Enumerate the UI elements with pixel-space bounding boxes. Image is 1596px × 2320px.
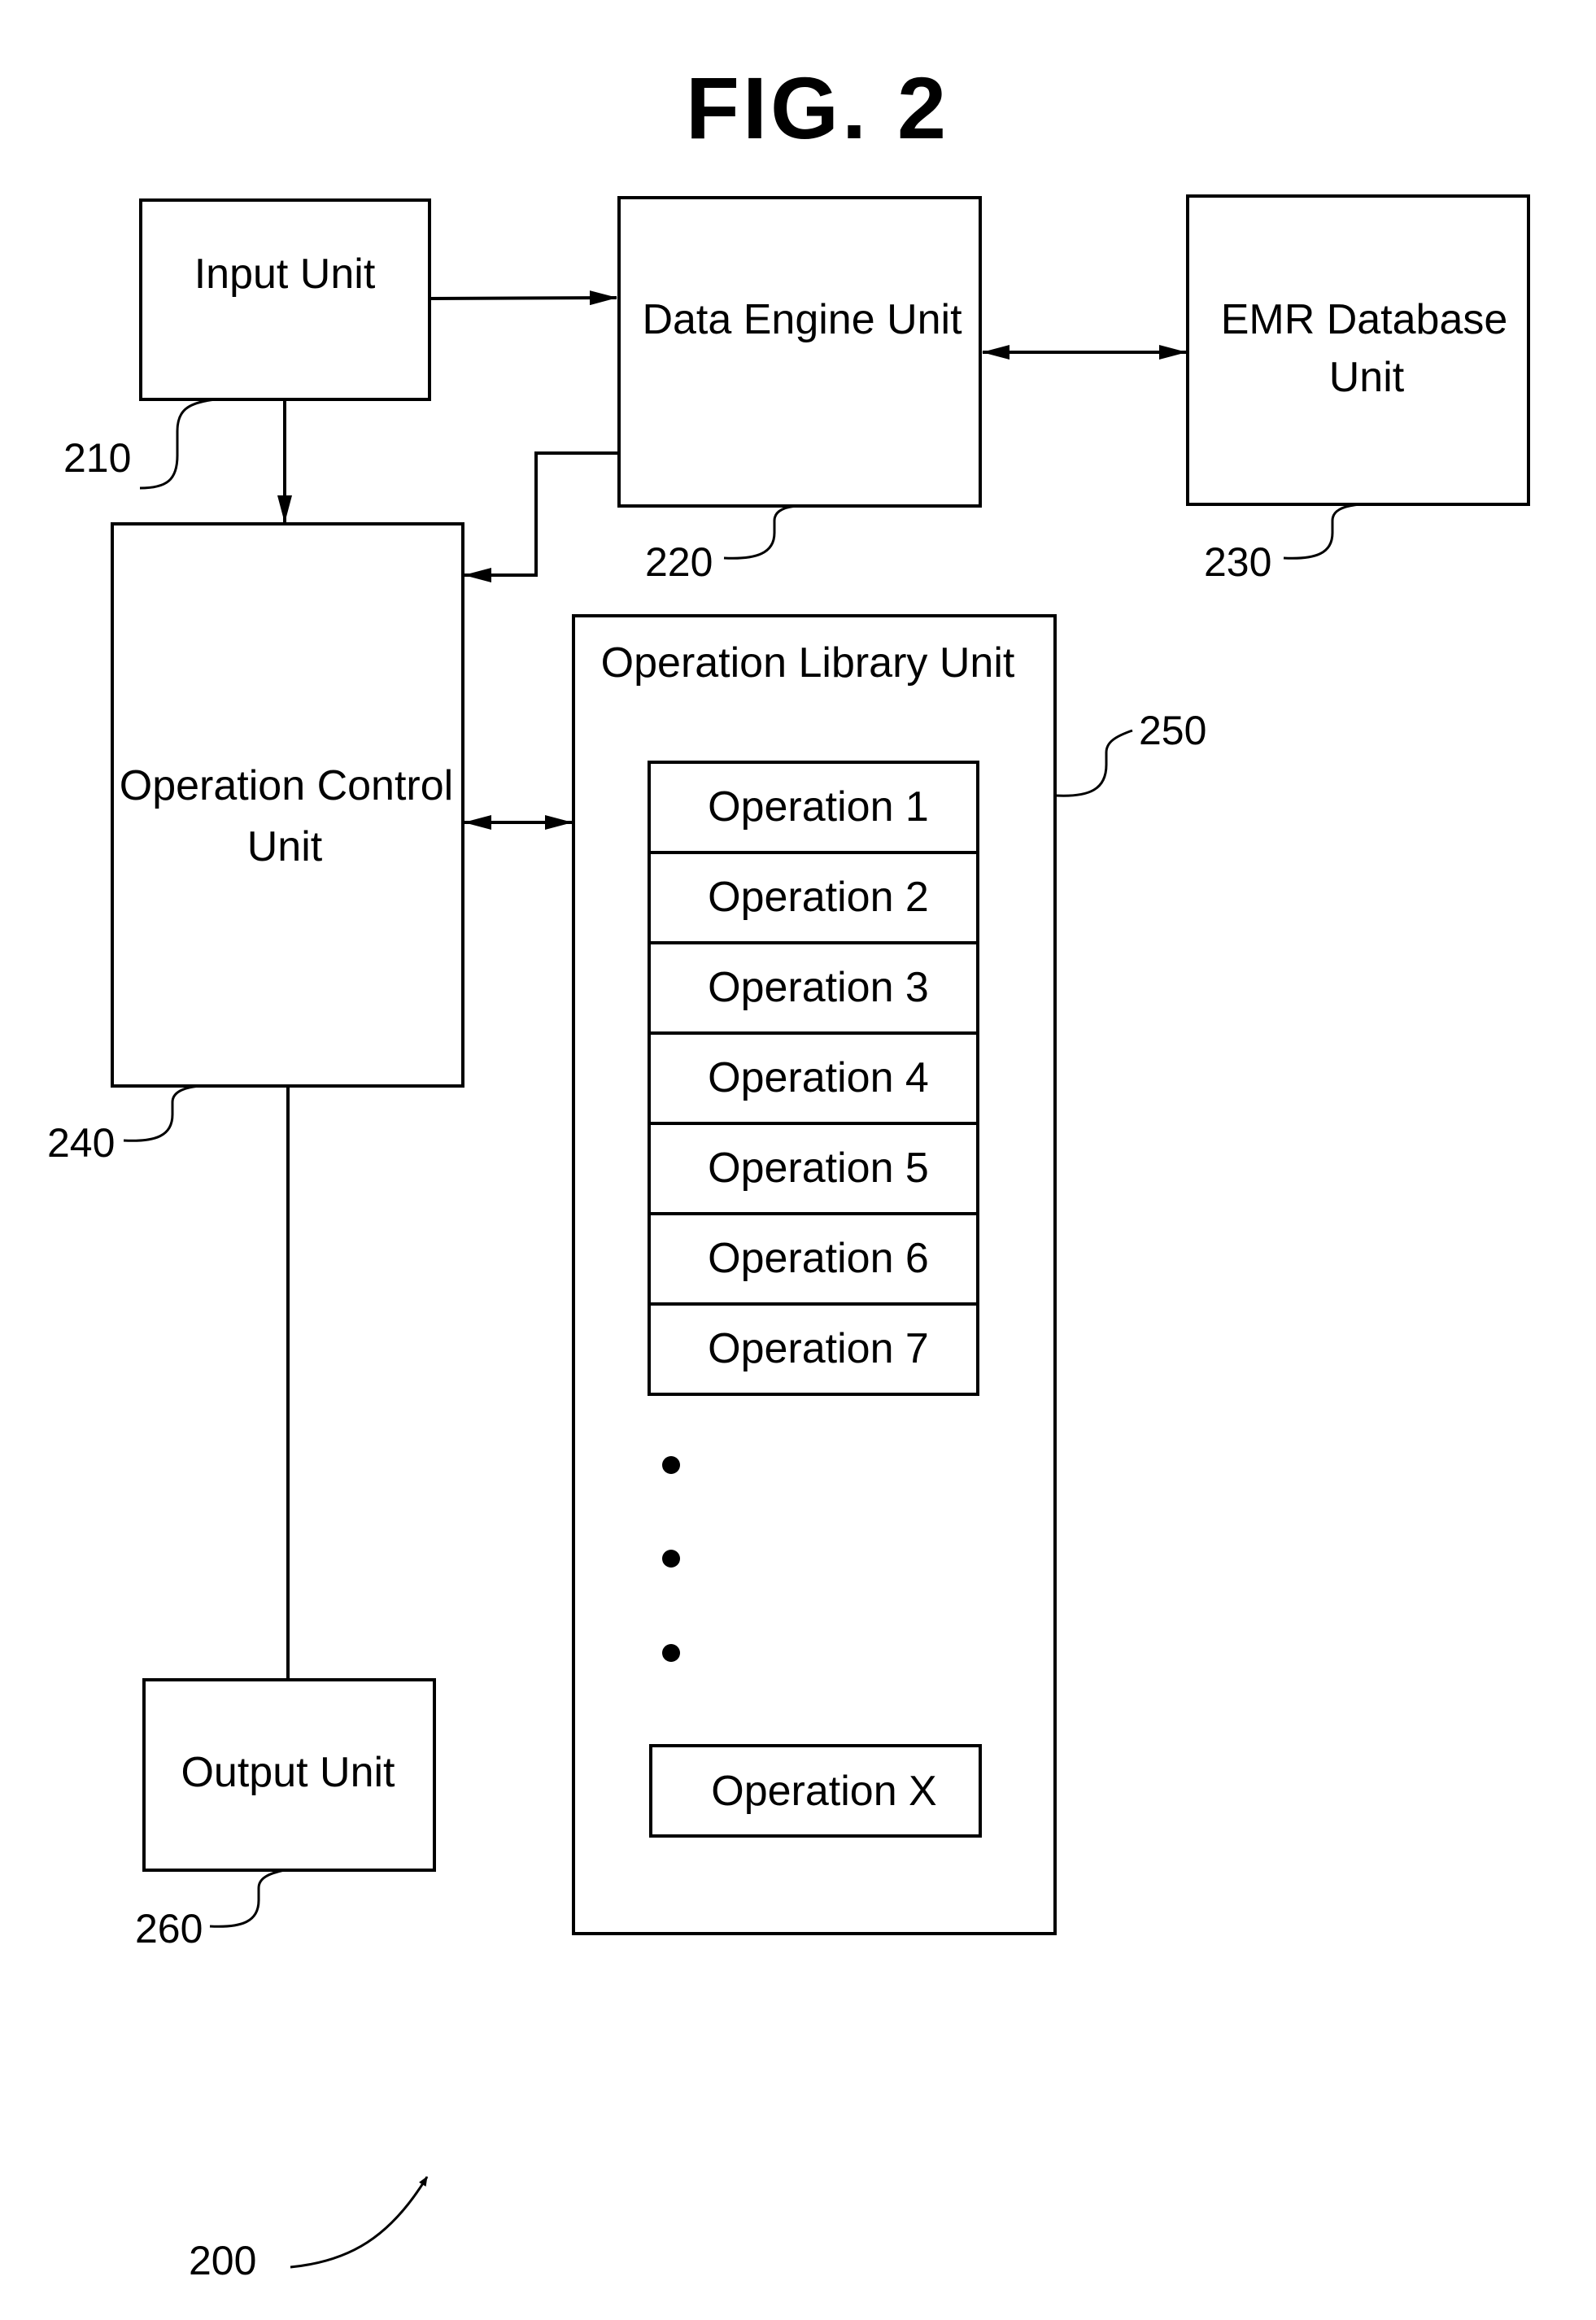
emr-database-unit-label-line2: Unit <box>1329 354 1405 401</box>
operation-library-unit-label: Operation Library Unit <box>601 639 1015 687</box>
input-unit-label: Input Unit <box>194 251 376 298</box>
data-engine-unit-box <box>617 196 982 508</box>
operation-item-label: Operation 1 <box>708 783 929 831</box>
emr-database-unit-box <box>1186 194 1530 506</box>
operation-item-label: Operation 7 <box>708 1325 929 1372</box>
ref-210: 210 <box>63 435 131 481</box>
leader-250 <box>1055 729 1133 797</box>
ref-240: 240 <box>47 1120 115 1166</box>
operations-list: Operation 1 Operation 2 Operation 3 Operati… <box>648 761 979 1396</box>
ref-230: 230 <box>1204 539 1271 585</box>
input-unit-block: Input Unit <box>139 198 431 401</box>
ref-220: 220 <box>645 539 713 585</box>
ref-260: 260 <box>135 1906 203 1952</box>
operation-item-label: Operation 3 <box>708 964 929 1011</box>
operation-library-unit-block: Operation Library Unit Operation 1Operat… <box>572 614 1057 1935</box>
emr-database-unit-block: EMR Database Unit <box>1186 194 1530 506</box>
leader-260 <box>209 1869 286 1928</box>
ref-250: 250 <box>1139 708 1206 753</box>
figure-title: FIG. 2 <box>686 59 949 157</box>
ellipsis-dot <box>662 1644 680 1662</box>
operation-control-unit-label-line1: Operation Control <box>120 762 453 809</box>
operation-control-unit-block: Operation Control Unit <box>111 522 464 1088</box>
operation-item-label: Operation 6 <box>708 1235 929 1282</box>
ellipsis-dot <box>662 1456 680 1474</box>
input-unit-box <box>139 198 431 401</box>
operation-item-label: Operation 2 <box>708 874 929 921</box>
operation-x-label: Operation X <box>711 1768 937 1815</box>
data-engine-unit-block: Data Engine Unit <box>617 196 982 508</box>
ref-200: 200 <box>189 2238 256 2283</box>
output-unit-block: Output Unit <box>142 1678 436 1872</box>
operation-item-label: Operation 4 <box>708 1054 929 1101</box>
leader-240 <box>123 1084 200 1142</box>
emr-database-unit-label-line1: EMR Database <box>1221 296 1508 343</box>
operation-item-label: Operation 5 <box>708 1145 929 1192</box>
arrow-input-to-data-engine <box>429 290 617 306</box>
operation-control-unit-label-line2: Unit <box>247 823 323 870</box>
leader-200-arrow <box>290 2176 429 2269</box>
ellipsis-dot <box>662 1550 680 1568</box>
block-diagram: FIG. 2 Input Unit Data Engine Unit EMR D… <box>47 59 1530 2283</box>
leader-230 <box>1283 503 1361 560</box>
leader-220 <box>723 504 802 560</box>
data-engine-unit-label: Data Engine Unit <box>642 296 962 343</box>
arrow-data-engine-to-operation-control <box>464 451 619 582</box>
output-unit-label: Output Unit <box>181 1749 395 1796</box>
leader-210 <box>139 398 216 490</box>
